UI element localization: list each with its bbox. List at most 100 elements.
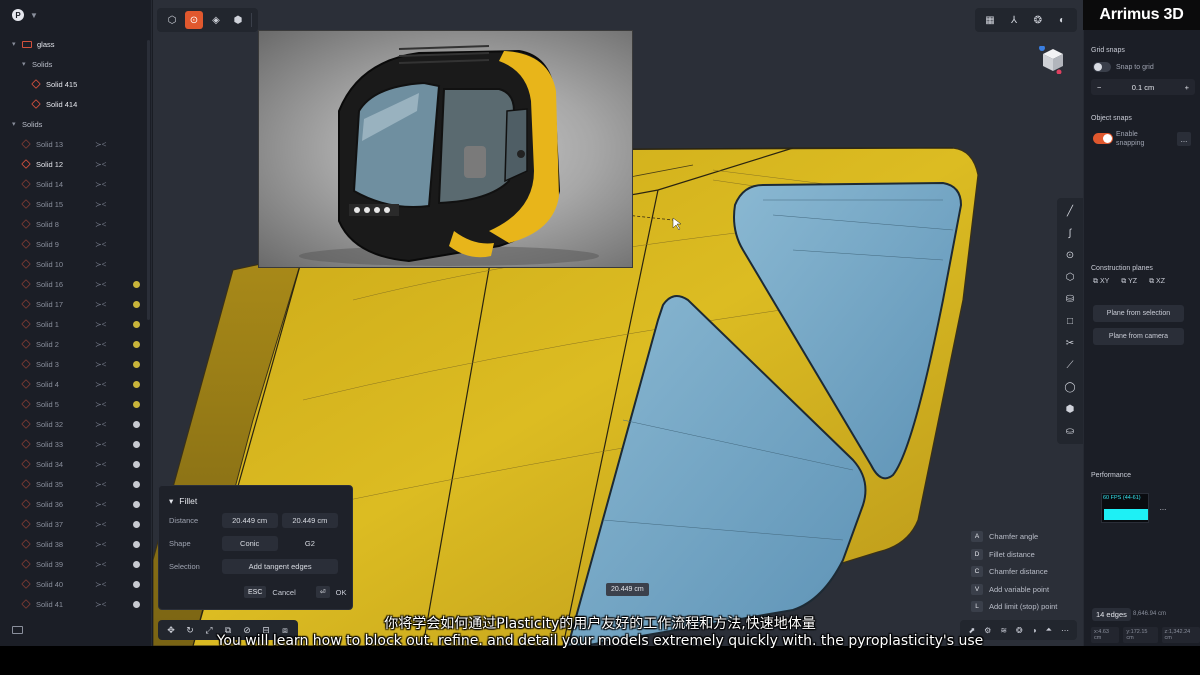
- distance-field-1[interactable]: 20.449 cm: [221, 512, 278, 528]
- visibility-icon[interactable]: ≻<: [95, 220, 106, 229]
- outliner-item[interactable]: Solid 9 ≻<: [0, 234, 150, 254]
- outliner-item[interactable]: Solid 37 ≻<: [0, 514, 150, 534]
- visibility-icon[interactable]: ≻<: [95, 180, 106, 189]
- grid-size-value[interactable]: 0.1 cm: [1132, 83, 1155, 92]
- visibility-icon[interactable]: ≻<: [95, 380, 106, 389]
- plane-xz-button[interactable]: ⧉ XZ: [1149, 278, 1165, 286]
- material-swatch[interactable]: [133, 400, 140, 408]
- outliner-item[interactable]: Solid 38 ≻<: [0, 534, 150, 554]
- moon-icon[interactable]: ◐: [1053, 11, 1071, 29]
- view-cube[interactable]: [1039, 46, 1067, 74]
- reference-image[interactable]: [258, 30, 633, 268]
- visibility-icon[interactable]: ≻<: [95, 480, 106, 489]
- outliner-item[interactable]: Solid 35 ≻<: [0, 474, 150, 494]
- material-swatch[interactable]: [133, 600, 140, 608]
- outliner-item[interactable]: Solid 32 ≻<: [0, 414, 150, 434]
- cylinder-solid-icon[interactable]: ⛀: [1063, 424, 1077, 438]
- visibility-icon[interactable]: ≻<: [95, 560, 106, 569]
- decrement-button[interactable]: −: [1097, 83, 1101, 92]
- visibility-icon[interactable]: ≻<: [95, 400, 106, 409]
- outliner-item[interactable]: Solid 40 ≻<: [0, 574, 150, 594]
- curve-tool-icon[interactable]: ∫: [1063, 226, 1077, 240]
- solid-mode-icon[interactable]: ⬢: [229, 11, 247, 29]
- material-swatch[interactable]: [133, 300, 140, 308]
- material-swatch[interactable]: [133, 580, 140, 588]
- grid-icon[interactable]: ▦: [981, 11, 999, 29]
- outliner-item[interactable]: Solid 1 ≻<: [0, 314, 150, 334]
- outliner-item[interactable]: Solid 12 ≻<: [0, 154, 150, 174]
- visibility-icon[interactable]: ≻<: [95, 520, 106, 529]
- outliner-item[interactable]: Solid 8 ≻<: [0, 214, 150, 234]
- 3d-viewport[interactable]: ⬡ ⊙ ◈ ⬢ ▦ ⅄ ❂ ◐ ╱ ∫ ⊙ ⬡ ⛁ □ ✂ ⟋ ◯ ⬢ ⛀ ▾ …: [153, 0, 1083, 646]
- outliner-item[interactable]: Solid 415: [0, 74, 150, 94]
- outliner-item[interactable]: Solid 10 ≻<: [0, 254, 150, 274]
- chevron-down-icon[interactable]: ▾: [12, 120, 22, 128]
- visibility-icon[interactable]: ≻<: [95, 460, 106, 469]
- outliner-item[interactable]: Solid 41 ≻<: [0, 594, 150, 614]
- outliner-item[interactable]: Solid 3 ≻<: [0, 354, 150, 374]
- material-swatch[interactable]: [133, 360, 140, 368]
- material-swatch[interactable]: [133, 440, 140, 448]
- visibility-icon[interactable]: ≻<: [95, 160, 106, 169]
- outliner-item[interactable]: Solid 34 ≻<: [0, 454, 150, 474]
- visibility-icon[interactable]: ≻<: [95, 540, 106, 549]
- spline-tool-icon[interactable]: ⟋: [1063, 358, 1077, 372]
- add-tangent-edges-button[interactable]: Add tangent edges: [222, 558, 338, 574]
- distance-field-2[interactable]: 20.449 cm: [281, 512, 338, 528]
- sidebar-scrollbar[interactable]: [147, 40, 150, 320]
- chevron-down-icon[interactable]: ▾: [169, 496, 173, 507]
- visibility-icon[interactable]: ≻<: [95, 420, 106, 429]
- sphere-tool-icon[interactable]: ◯: [1063, 380, 1077, 394]
- app-menu[interactable]: P ▼: [0, 0, 151, 30]
- dimension-label[interactable]: 20.449 cm: [606, 583, 649, 596]
- visibility-icon[interactable]: ≻<: [95, 240, 106, 249]
- face-mode-icon[interactable]: ◈: [207, 11, 225, 29]
- cylinder-tool-icon[interactable]: ⛁: [1063, 292, 1077, 306]
- outliner-group[interactable]: ▾ Solids: [0, 54, 150, 74]
- snap-to-grid-toggle[interactable]: [1093, 62, 1111, 72]
- material-swatch[interactable]: [133, 560, 140, 568]
- cancel-button[interactable]: Cancel: [272, 588, 295, 597]
- outliner-group[interactable]: ▾ Solids: [0, 114, 150, 134]
- visibility-icon[interactable]: ≻<: [95, 360, 106, 369]
- outliner-item[interactable]: Solid 39 ≻<: [0, 554, 150, 574]
- line-tool-icon[interactable]: ╱: [1063, 204, 1077, 218]
- material-swatch[interactable]: [133, 320, 140, 328]
- outliner-item[interactable]: Solid 4 ≻<: [0, 374, 150, 394]
- render-mode-icon[interactable]: ❂: [1029, 11, 1047, 29]
- visibility-icon[interactable]: ≻<: [95, 260, 106, 269]
- outliner-item[interactable]: Solid 36 ≻<: [0, 494, 150, 514]
- material-swatch[interactable]: [133, 500, 140, 508]
- visibility-icon[interactable]: ≻<: [95, 600, 106, 609]
- visibility-icon[interactable]: ≻<: [95, 200, 106, 209]
- outliner-item[interactable]: Solid 33 ≻<: [0, 434, 150, 454]
- plane-from-selection-button[interactable]: Plane from selection: [1093, 305, 1184, 322]
- box-tool-icon[interactable]: ⬢: [1063, 402, 1077, 416]
- circle-tool-icon[interactable]: ⊙: [1063, 248, 1077, 262]
- enable-snapping-toggle[interactable]: [1093, 133, 1113, 144]
- fillet-header[interactable]: ▾ Fillet: [169, 494, 342, 508]
- outliner-item[interactable]: Solid 17 ≻<: [0, 294, 150, 314]
- visibility-icon[interactable]: ≻<: [95, 500, 106, 509]
- increment-button[interactable]: +: [1185, 83, 1189, 92]
- plane-yz-button[interactable]: ⧉ YZ: [1121, 278, 1137, 286]
- outliner-item[interactable]: Solid 13 ≻<: [0, 134, 150, 154]
- outliner-group[interactable]: ▾ glass: [0, 34, 150, 54]
- outliner-item[interactable]: Solid 16 ≻<: [0, 274, 150, 294]
- material-swatch[interactable]: [133, 480, 140, 488]
- material-swatch[interactable]: [133, 420, 140, 428]
- visibility-icon[interactable]: ≻<: [95, 140, 106, 149]
- visibility-icon[interactable]: ≻<: [95, 340, 106, 349]
- material-swatch[interactable]: [133, 380, 140, 388]
- outliner-item[interactable]: Solid 2 ≻<: [0, 334, 150, 354]
- outliner-item[interactable]: Solid 5 ≻<: [0, 394, 150, 414]
- grid-size-stepper[interactable]: − 0.1 cm +: [1091, 79, 1195, 95]
- visibility-icon[interactable]: ≻<: [95, 320, 106, 329]
- material-swatch[interactable]: [133, 540, 140, 548]
- chevron-down-icon[interactable]: ▾: [12, 40, 22, 48]
- material-swatch[interactable]: [133, 460, 140, 468]
- outliner-item[interactable]: Solid 15 ≻<: [0, 194, 150, 214]
- chevron-down-icon[interactable]: ▼: [30, 11, 38, 20]
- rectangle-tool-icon[interactable]: □: [1063, 314, 1077, 328]
- ok-button[interactable]: OK: [336, 588, 347, 597]
